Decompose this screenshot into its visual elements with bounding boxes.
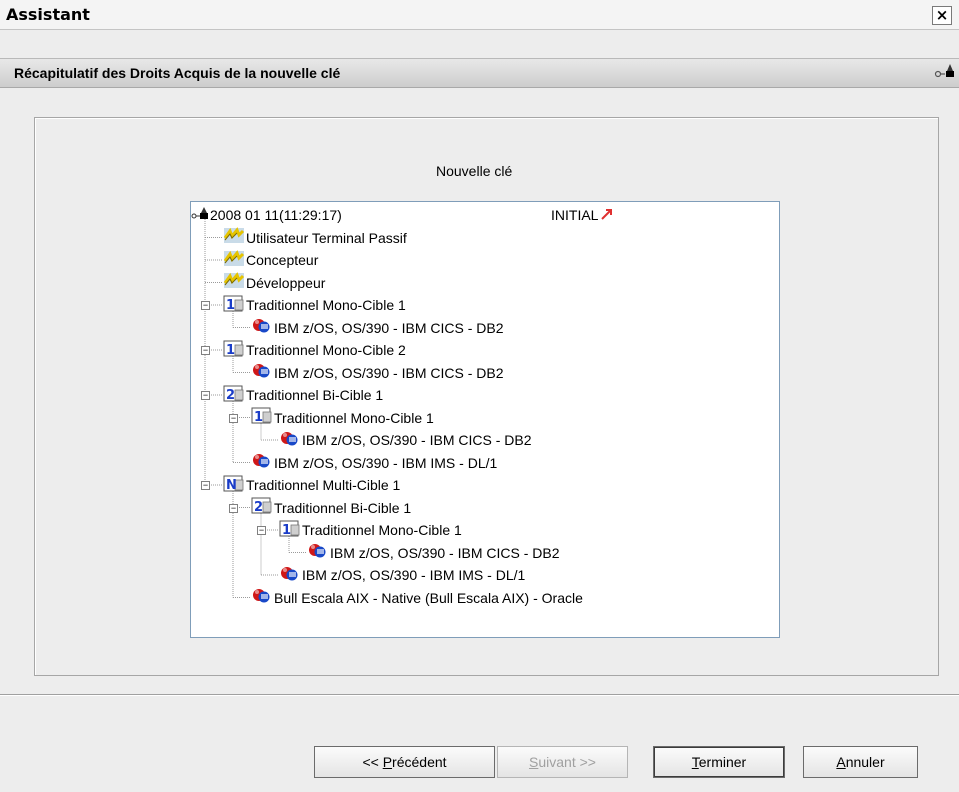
collapse-toggle[interactable]: − [257,526,266,535]
tree-node[interactable]: Utilisateur Terminal Passif [223,226,407,249]
cancel-button[interactable]: Annuler [803,746,918,778]
target-2-icon: 2 [223,384,245,407]
tree-node-label: IBM z/OS, OS/390 - IBM CICS - DB2 [274,364,504,381]
tree-node-label: Concepteur [246,252,319,268]
collapse-toggle[interactable]: − [229,413,238,423]
role-icon [223,226,245,249]
rights-tree[interactable]: 2008 01 11(11:29:17) INITIAL Utilisateur… [190,201,780,638]
tree-node[interactable]: N Traditionnel Multi-Cible 1 [223,475,400,495]
platform-icon [307,541,329,564]
tree-node[interactable]: IBM z/OS, OS/390 - IBM CICS - DB2 [251,318,504,338]
target-n-icon: N [223,474,245,497]
tree-node[interactable]: 2 Traditionnel Bi-Cible 1 [223,385,383,405]
close-button[interactable]: × [932,6,952,25]
role-icon [223,271,245,294]
tree-node[interactable]: IBM z/OS, OS/390 - IBM CICS - DB2 [251,363,504,383]
tree-node-label: Développeur [246,274,326,291]
tree-node-label: Traditionnel Mono-Cible 1 [246,297,406,313]
tree-node[interactable]: Bull Escala AIX - Native (Bull Escala AI… [251,588,583,608]
tree-node[interactable]: 1 Traditionnel Mono-Cible 1 [251,406,434,429]
root-status-label: INITIAL [551,207,599,223]
tree-node-label: IBM z/OS, OS/390 - IBM CICS - DB2 [274,319,504,336]
step-title: Récapitulatif des Droits Acquis de la no… [14,65,341,81]
platform-icon [251,361,273,384]
step-header: Récapitulatif des Droits Acquis de la no… [0,58,959,88]
platform-icon [251,451,273,474]
svg-text:2: 2 [226,388,235,402]
tree-node-label: IBM z/OS, OS/390 - IBM IMS - DL/1 [302,567,526,583]
arrow-up-right-icon [601,205,613,225]
tree-node[interactable]: IBM z/OS, OS/390 - IBM CICS - DB2 [279,430,532,450]
tree-node-label: IBM z/OS, OS/390 - IBM CICS - DB2 [302,432,532,448]
tree-node[interactable]: Développeur [223,271,326,294]
tree-node[interactable]: 2 Traditionnel Bi-Cible 1 [251,496,412,519]
target-1-icon: 1 [251,406,273,429]
tree-node-label: Bull Escala AIX - Native (Bull Escala AI… [274,589,583,606]
tree-root[interactable]: 2008 01 11(11:29:17) [191,205,342,225]
platform-icon [279,429,301,452]
tree-node[interactable]: IBM z/OS, OS/390 - IBM IMS - DL/1 [251,453,497,473]
tree-node[interactable]: 1 Traditionnel Mono-Cible 1 [279,520,462,540]
target-1-icon: 1 [223,339,245,362]
tree-node-label: Traditionnel Multi-Cible 1 [246,477,401,493]
title-bar: Assistant × [0,0,959,30]
tree-node[interactable]: IBM z/OS, OS/390 - IBM CICS - DB2 [307,543,560,563]
svg-text:1: 1 [226,343,235,357]
tree-node-label: Traditionnel Mono-Cible 1 [274,409,434,426]
tree-node-label: Traditionnel Bi-Cible 1 [246,387,384,403]
tree-node[interactable]: IBM z/OS, OS/390 - IBM IMS - DL/1 [279,565,525,585]
tree-node[interactable]: 1 Traditionnel Mono-Cible 1 [223,295,406,315]
key-lock-icon [934,61,956,84]
tree-node-label: Traditionnel Mono-Cible 1 [302,522,462,538]
window-title: Assistant [6,5,90,24]
svg-text:N: N [226,478,237,492]
target-2-icon: 2 [251,496,273,519]
tree-node-label: Utilisateur Terminal Passif [246,229,407,246]
collapse-toggle[interactable]: − [201,346,210,355]
collapse-toggle[interactable]: − [201,391,210,400]
platform-icon [279,564,301,587]
tree-node-label: Traditionnel Bi-Cible 1 [274,499,412,516]
role-icon [223,249,245,272]
target-1-icon: 1 [223,294,245,317]
next-button[interactable]: Suivant >> [497,746,628,778]
finish-button[interactable]: Terminer [653,746,785,778]
previous-button[interactable]: << Précédent [314,746,495,778]
root-status: INITIAL [551,205,613,225]
tree-node[interactable]: Concepteur [223,249,319,272]
svg-text:1: 1 [282,523,291,537]
collapse-toggle[interactable]: − [229,503,238,513]
svg-text:1: 1 [226,298,235,312]
tree-node-label: IBM z/OS, OS/390 - IBM CICS - DB2 [330,544,560,561]
target-1-icon: 1 [279,519,301,542]
root-label: 2008 01 11(11:29:17) [210,207,342,223]
collapse-toggle[interactable]: − [201,301,210,310]
separator [0,694,959,696]
svg-text:2: 2 [254,500,263,514]
platform-icon [251,586,273,609]
tree-node[interactable]: 1 Traditionnel Mono-Cible 2 [223,340,406,360]
tree-node-label: IBM z/OS, OS/390 - IBM IMS - DL/1 [274,454,498,471]
svg-text:1: 1 [254,410,263,424]
panel-caption: Nouvelle clé [436,163,513,179]
key-lock-icon [191,205,209,225]
tree-node-label: Traditionnel Mono-Cible 2 [246,342,406,358]
collapse-toggle[interactable]: − [201,481,210,490]
platform-icon [251,316,273,339]
